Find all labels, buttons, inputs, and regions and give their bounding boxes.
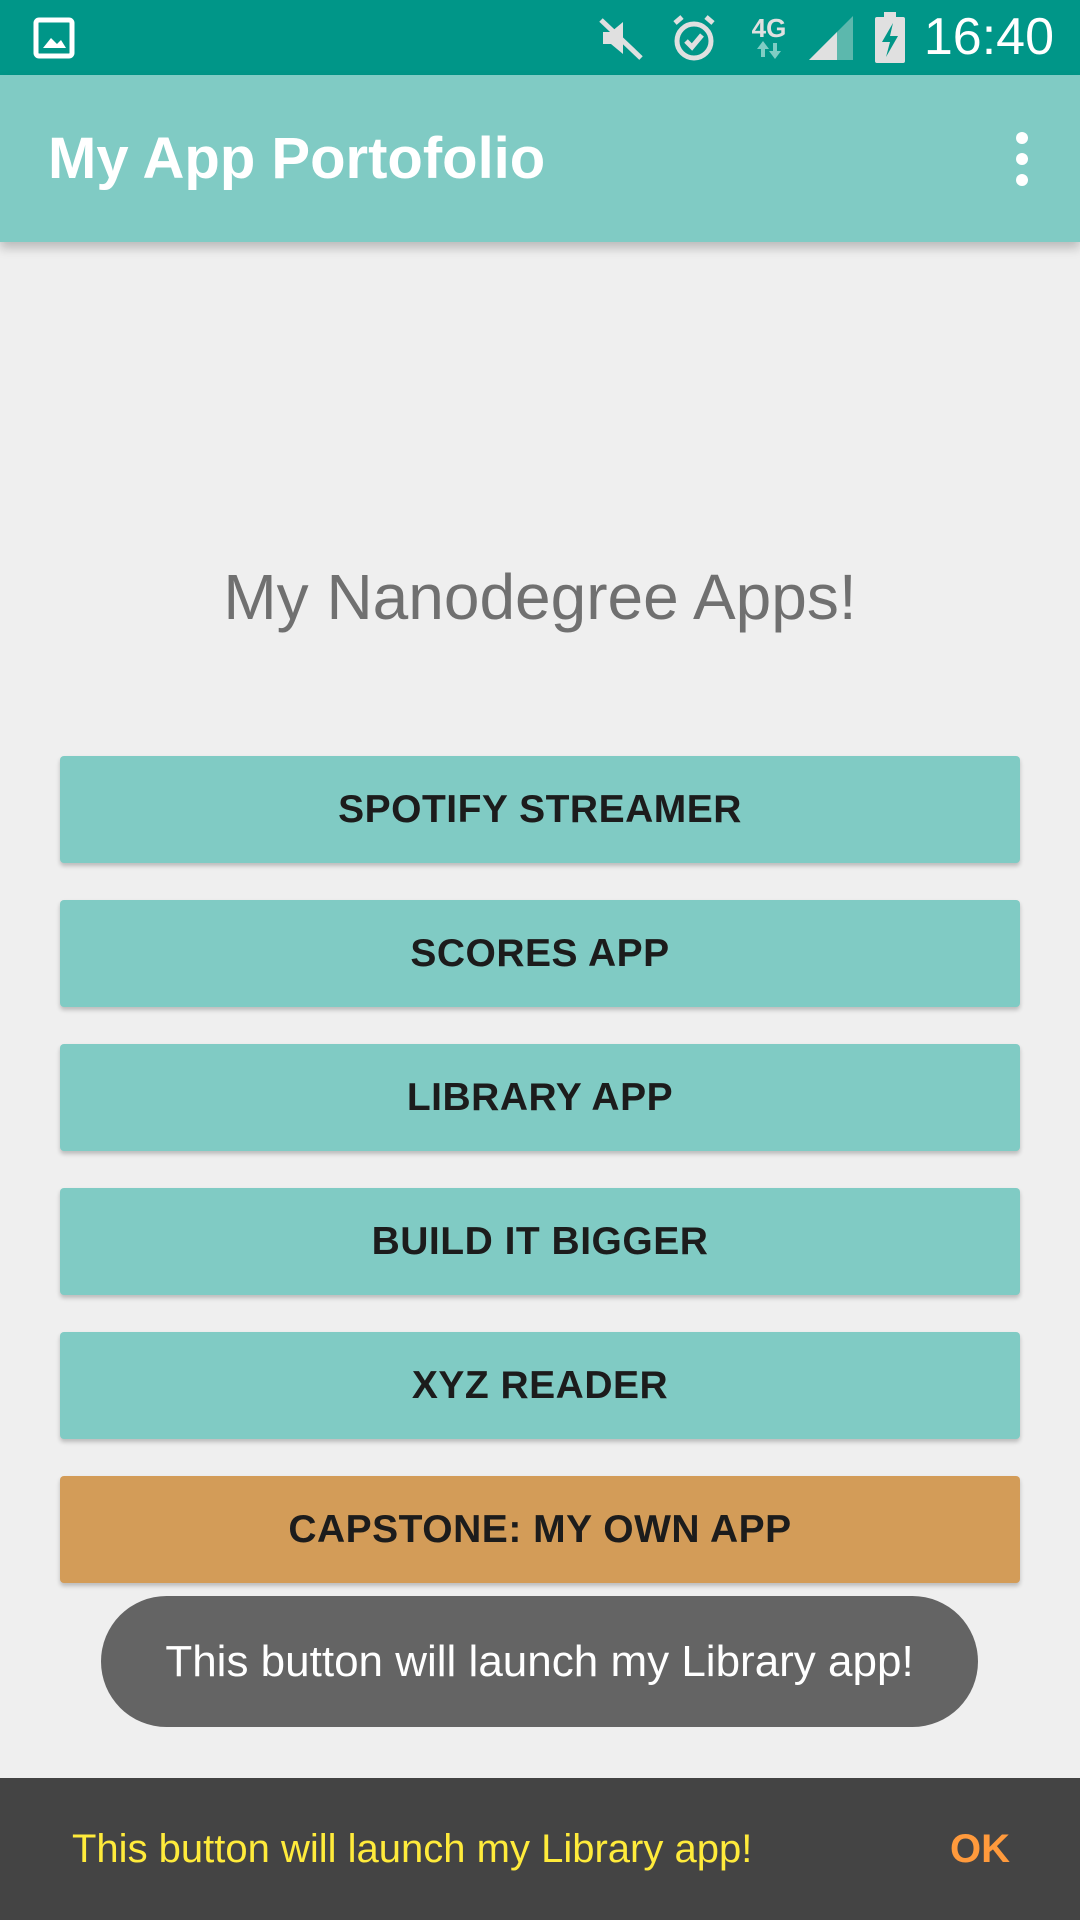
- scores-app-button[interactable]: SCORES APP: [60, 900, 1020, 1007]
- more-vert-icon[interactable]: [994, 123, 1050, 195]
- app-title: My App Portofolio: [48, 126, 546, 191]
- toast-text: This button will launch my Library app!: [165, 1636, 914, 1686]
- menu-dot: [1016, 174, 1028, 186]
- snackbar-ok-button[interactable]: OK: [950, 1778, 1010, 1920]
- signal-icon: [806, 0, 856, 75]
- xyz-reader-button[interactable]: XYZ READER: [60, 1332, 1020, 1439]
- menu-dot: [1016, 153, 1028, 165]
- mute-icon: [596, 0, 646, 75]
- toast-message: This button will launch my Library app!: [101, 1596, 978, 1727]
- app-bar: My App Portofolio: [0, 75, 1080, 242]
- network-4g-icon: 4G: [746, 0, 792, 75]
- snackbar: This button will launch my Library app! …: [0, 1778, 1080, 1920]
- build-it-bigger-button[interactable]: BUILD IT BIGGER: [60, 1188, 1020, 1295]
- capstone-button[interactable]: CAPSTONE: MY OWN APP: [60, 1476, 1020, 1583]
- snackbar-text: This button will launch my Library app!: [72, 1827, 753, 1871]
- screen: 4G 16:40 My App Portofolio My Nanodegree…: [0, 0, 1080, 1920]
- library-app-button[interactable]: LIBRARY APP: [60, 1044, 1020, 1151]
- network-type-label: 4G: [751, 12, 787, 43]
- page-heading: My Nanodegree Apps!: [223, 561, 857, 633]
- battery-charging-icon: [870, 0, 910, 75]
- spotify-streamer-button[interactable]: SPOTIFY STREAMER: [60, 756, 1020, 863]
- status-clock: 16:40: [923, 8, 1054, 66]
- alarm-icon: [668, 0, 720, 75]
- status-bar: 4G 16:40: [0, 0, 1080, 75]
- gallery-notification-icon: [30, 0, 78, 75]
- menu-dot: [1016, 132, 1028, 144]
